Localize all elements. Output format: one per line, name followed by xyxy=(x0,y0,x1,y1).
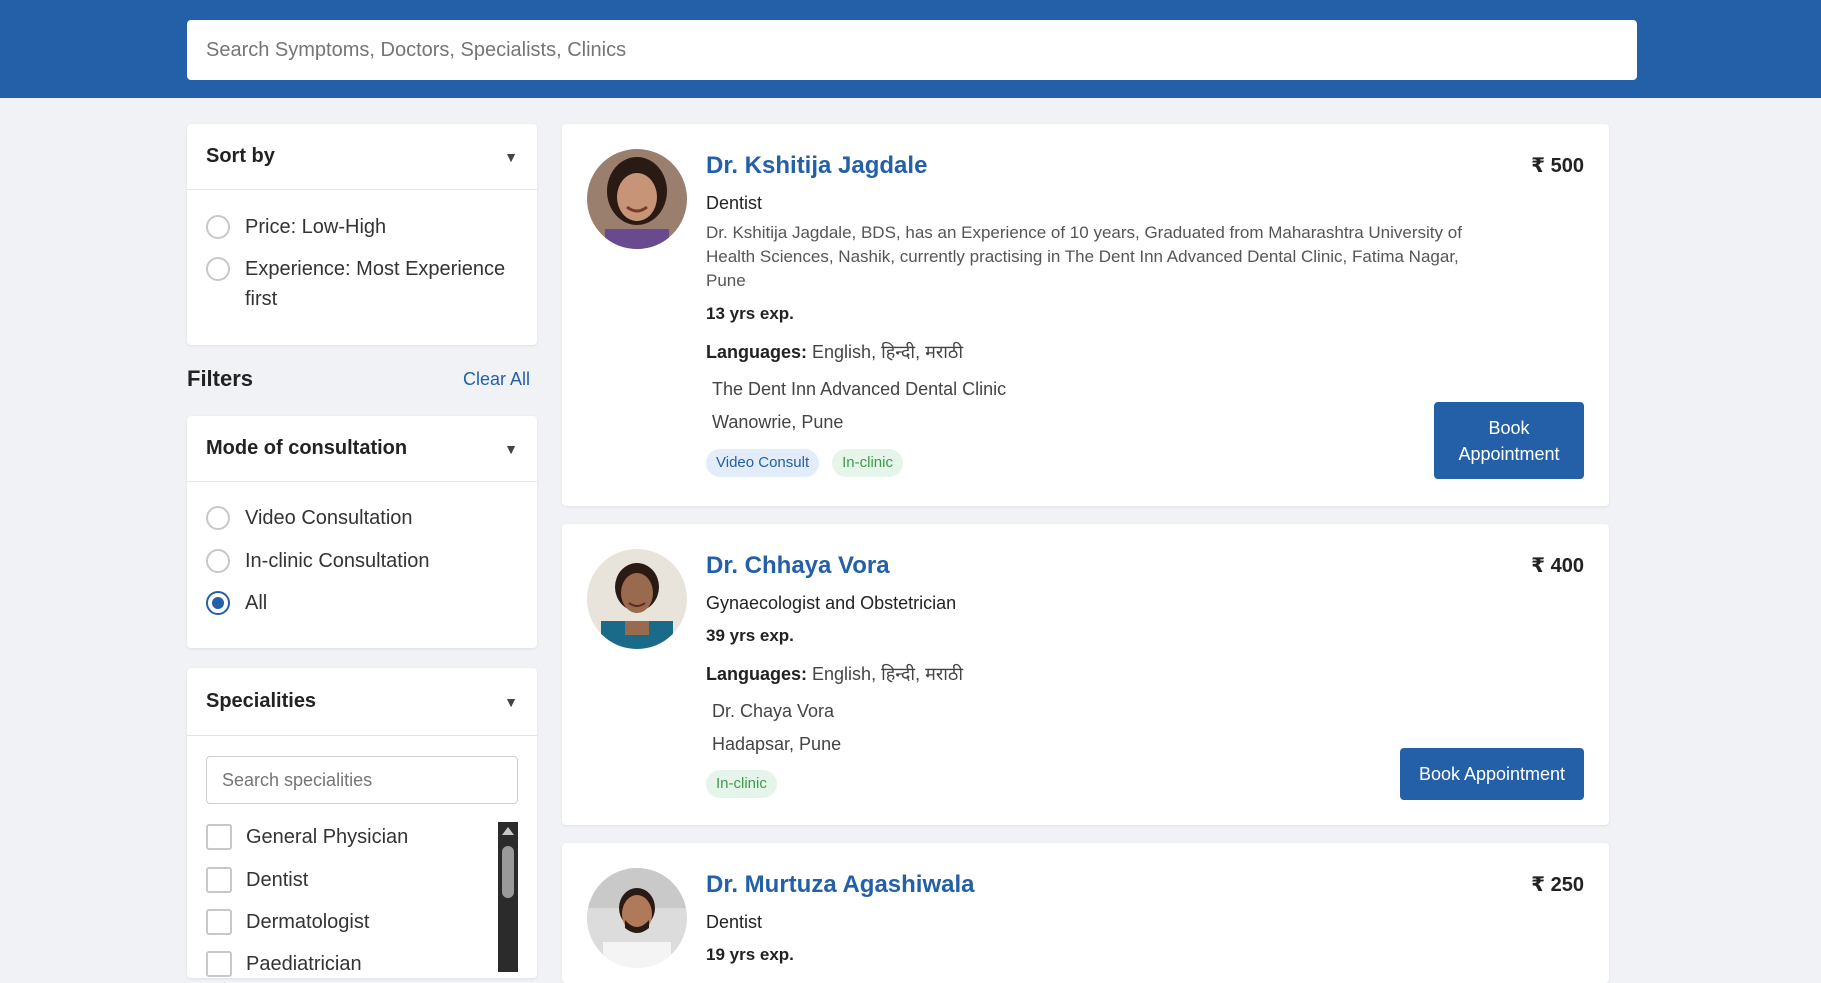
doctor-avatar xyxy=(587,549,687,649)
clinic-name: Dr. Chaya Vora xyxy=(712,701,835,721)
doctor-specialty: Gynaecologist and Obstetrician xyxy=(706,593,957,613)
doctor-card: Dr. Kshitija Jagdale Dentist Dr. Kshitij… xyxy=(562,124,1609,506)
clinic-location: Wanowrie, Pune xyxy=(712,412,844,432)
sort-title: Sort by xyxy=(206,145,275,167)
specialities-panel-header[interactable]: Specialities ▼ xyxy=(187,668,537,736)
speciality-label: Paediatrician xyxy=(246,953,362,975)
doctor-languages: Languages: English, हिन्दी, मराठी xyxy=(706,662,963,686)
sort-option-price[interactable]: Price: Low-High xyxy=(206,212,386,242)
doctor-photo-icon xyxy=(587,549,687,649)
mode-option-label: In-clinic Consultation xyxy=(245,550,430,572)
doctor-card: Dr. Chhaya Vora Gynaecologist and Obstet… xyxy=(562,524,1609,825)
doctor-photo-icon xyxy=(587,149,687,249)
radio-button[interactable] xyxy=(206,215,230,239)
book-appointment-button[interactable]: Book Appointment xyxy=(1400,748,1584,800)
speciality-item[interactable]: Dermatologist xyxy=(206,907,369,937)
sort-panel-header[interactable]: Sort by ▼ xyxy=(187,124,537,190)
consult-price: ₹ 400 xyxy=(1531,555,1584,577)
radio-button[interactable] xyxy=(206,257,230,281)
checkbox[interactable] xyxy=(206,951,232,977)
speciality-item[interactable]: Paediatrician xyxy=(206,949,362,979)
filters-title: Filters xyxy=(187,366,254,391)
specialities-panel: Specialities ▼ General Physician Dentist… xyxy=(187,668,537,978)
sort-option-label: Experience: Most Experience first xyxy=(245,258,506,310)
doctor-specialty: Dentist xyxy=(706,193,763,213)
scrollbar-thumb[interactable] xyxy=(502,846,514,898)
checkbox[interactable] xyxy=(206,909,232,935)
doctor-specialty: Dentist xyxy=(706,912,763,932)
caret-down-icon[interactable]: ▼ xyxy=(504,694,518,710)
checkbox[interactable] xyxy=(206,867,232,893)
checkbox[interactable] xyxy=(206,824,232,850)
doctor-languages: Languages: English, हिन्दी, मराठी xyxy=(706,340,963,364)
specialities-search-input[interactable] xyxy=(206,756,518,804)
speciality-label: General Physician xyxy=(246,826,409,848)
mode-option-in-clinic[interactable]: In-clinic Consultation xyxy=(206,546,430,576)
caret-down-icon[interactable]: ▼ xyxy=(504,149,518,165)
sort-panel: Sort by ▼ Price: Low-High Experience: Mo… xyxy=(187,124,537,345)
doctor-experience: 39 yrs exp. xyxy=(706,626,794,645)
doctor-photo-icon xyxy=(587,868,687,968)
languages-value: English, हिन्दी, मराठी xyxy=(812,342,963,362)
sort-option-label: Price: Low-High xyxy=(245,216,387,238)
mode-option-video[interactable]: Video Consultation xyxy=(206,503,413,533)
clinic-location: Hadapsar, Pune xyxy=(712,734,842,754)
mode-panel: Mode of consultation ▼ Video Consultatio… xyxy=(187,416,537,648)
mode-option-all[interactable]: All xyxy=(206,588,267,618)
doctor-name-link[interactable]: Dr. Chhaya Vora xyxy=(706,552,890,580)
in-clinic-tag: In-clinic xyxy=(706,770,777,798)
speciality-item[interactable]: General Physician xyxy=(206,822,408,852)
mode-title: Mode of consultation xyxy=(206,437,408,459)
consult-tags: In-clinic xyxy=(706,770,777,798)
doctor-name-link[interactable]: Dr. Kshitija Jagdale xyxy=(706,152,927,180)
radio-button-selected[interactable] xyxy=(206,591,230,615)
doctor-name-link[interactable]: Dr. Murtuza Agashiwala xyxy=(706,871,975,899)
speciality-label: Dentist xyxy=(246,869,309,891)
mode-panel-header[interactable]: Mode of consultation ▼ xyxy=(187,416,537,482)
specialities-scrollbar[interactable] xyxy=(498,822,518,972)
book-appointment-button[interactable]: Book Appointment xyxy=(1434,402,1584,479)
radio-button[interactable] xyxy=(206,549,230,573)
top-bar xyxy=(0,0,1821,98)
video-consult-tag: Video Consult xyxy=(706,449,820,477)
doctor-card: Dr. Murtuza Agashiwala Dentist 19 yrs ex… xyxy=(562,843,1609,983)
specialities-title: Specialities xyxy=(206,690,317,712)
radio-button[interactable] xyxy=(206,506,230,530)
speciality-label: Dermatologist xyxy=(246,911,370,933)
doctor-description: Dr. Kshitija Jagdale, BDS, has an Experi… xyxy=(706,223,1462,290)
sort-option-experience[interactable]: Experience: Most Experience first xyxy=(206,254,506,314)
mode-option-label: All xyxy=(245,592,268,614)
consult-price: ₹ 250 xyxy=(1531,874,1584,896)
in-clinic-tag: In-clinic xyxy=(832,449,903,477)
consult-price: ₹ 500 xyxy=(1531,155,1584,177)
languages-value: English, हिन्दी, मराठी xyxy=(812,664,963,684)
caret-down-icon[interactable]: ▼ xyxy=(504,441,518,457)
languages-label: Languages: xyxy=(706,342,808,362)
scroll-up-arrow-icon[interactable] xyxy=(502,827,514,835)
mode-option-label: Video Consultation xyxy=(245,507,413,529)
clear-all-link[interactable]: Clear All xyxy=(463,369,530,390)
speciality-item[interactable]: Dentist xyxy=(206,865,308,895)
doctor-avatar xyxy=(587,868,687,968)
languages-label: Languages: xyxy=(706,664,808,684)
doctor-experience: 19 yrs exp. xyxy=(706,945,794,964)
doctor-avatar xyxy=(587,149,687,249)
consult-tags: Video Consult In-clinic xyxy=(706,449,903,477)
clinic-name: The Dent Inn Advanced Dental Clinic xyxy=(712,379,1007,399)
search-input[interactable] xyxy=(187,20,1637,80)
doctor-experience: 13 yrs exp. xyxy=(706,304,794,323)
